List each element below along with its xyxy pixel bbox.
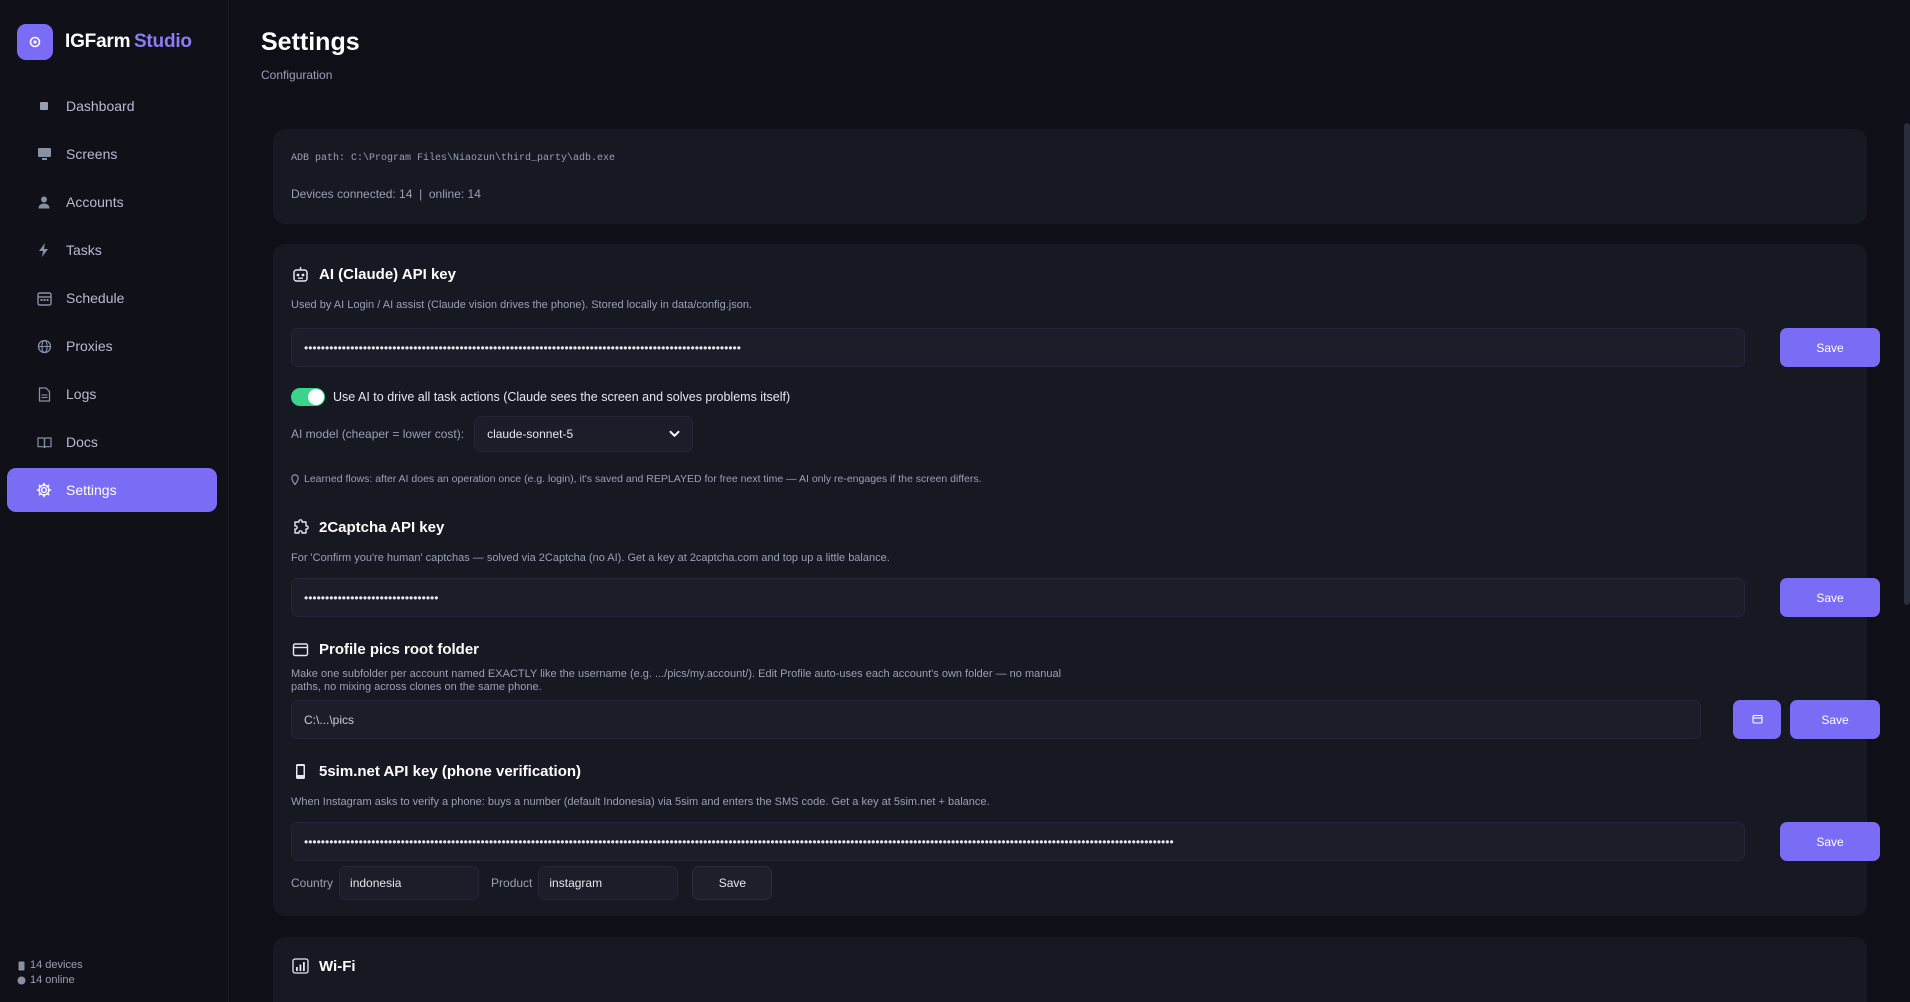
profile-pics-description-line1: Make one subfolder per account named EXA… [291,668,1062,680]
ai-section-title: AI (Claude) API key [291,265,456,283]
sidebar-item-screens[interactable]: Screens [7,132,217,176]
product-label: Product [491,876,533,890]
adb-status-card: ADB path: C:\Program Files\Niaozun\third… [273,129,1867,224]
puzzle-icon [291,518,309,536]
ai-model-row: AI model (cheaper = lower cost): claude-… [291,416,694,452]
sidebar-item-label: Screens [66,146,118,162]
page-subtitle: Configuration [261,68,333,82]
brand-logo-icon [17,24,53,60]
sidebar-item-accounts[interactable]: Accounts [7,180,217,224]
chevron-down-icon [669,427,680,441]
fivesim-title-text: 5sim.net API key (phone verification) [319,762,582,780]
ai-api-key-input[interactable] [291,328,1745,367]
sidebar-item-label: Docs [66,434,98,450]
profile-pics-folder-input[interactable] [291,700,1701,739]
folder-icon [291,640,309,658]
brand-name-main: IGFarm [65,31,131,52]
profile-pics-section-title: Profile pics root folder [291,640,479,658]
phone-icon [291,762,309,780]
captcha-section-title: 2Captcha API key [291,518,444,536]
user-icon [36,194,52,210]
bolt-icon [36,242,52,258]
sidebar-footer: 14 devices 14 online [16,958,83,988]
brand-name-accent: Studio [133,31,192,52]
online-dot-icon [16,976,26,985]
captcha-api-key-input[interactable] [291,578,1745,617]
sidebar-item-label: Accounts [66,194,124,210]
devices-status: Devices connected: 14 | online: 14 [291,187,481,201]
monitor-icon [36,146,52,162]
profile-pics-description: Make one subfolder per account named EXA… [291,668,1061,694]
brand-name: IGFarm Studio [65,31,192,53]
ai-title-text: AI (Claude) API key [319,265,456,283]
product-input[interactable] [538,866,679,900]
ai-drive-toggle[interactable] [291,388,325,406]
captcha-description: For 'Confirm you're human' captchas — so… [291,552,890,564]
sidebar: IGFarm Studio Dashboard Screens Accounts… [0,0,229,1002]
fivesim-options-row: Country Product Save [291,866,773,900]
fivesim-description: When Instagram asks to verify a phone: b… [291,796,990,808]
book-icon [36,434,52,450]
devices-count: 14 devices [30,959,83,971]
signal-bars-icon [291,957,309,975]
ai-model-value: claude-sonnet-5 [487,427,574,441]
ai-model-label: AI model (cheaper = lower cost): [291,427,465,441]
gear-icon [36,482,52,498]
devices-count-row: 14 devices [16,958,83,973]
sidebar-item-label: Logs [66,386,97,402]
page-title: Settings [261,28,360,56]
fivesim-api-key-input[interactable] [291,822,1745,861]
profile-pics-save-button[interactable]: Save [1790,700,1880,739]
ai-description: Used by AI Login / AI assist (Claude vis… [291,299,753,311]
captcha-save-button[interactable]: Save [1780,578,1880,617]
brand[interactable]: IGFarm Studio [17,24,192,60]
sidebar-item-label: Proxies [66,338,113,354]
learned-flows-note: Learned flows: after AI does an operatio… [291,473,982,485]
ai-drive-toggle-row: Use AI to drive all task actions (Claude… [291,388,790,406]
browse-folder-button[interactable] [1733,700,1781,739]
captcha-title-text: 2Captcha API key [319,518,445,536]
ai-save-button[interactable]: Save [1780,328,1880,367]
pin-icon [291,473,299,485]
online-count: 14 online [30,974,75,986]
device-icon [16,961,26,971]
profile-pics-title-text: Profile pics root folder [319,640,480,658]
ai-drive-toggle-label: Use AI to drive all task actions (Claude… [333,390,791,404]
sidebar-item-logs[interactable]: Logs [7,372,217,416]
learned-flows-text: Learned flows: after AI does an operatio… [304,473,982,485]
sidebar-item-schedule[interactable]: Schedule [7,276,217,320]
sidebar-item-label: Settings [66,482,117,498]
fivesim-save-button[interactable]: Save [1780,822,1880,861]
adb-path: ADB path: C:\Program Files\Niaozun\third… [291,153,616,164]
online-count-row: 14 online [16,973,83,988]
document-icon [36,386,52,402]
robot-icon [291,265,309,283]
settings-card: AI (Claude) API key Used by AI Login / A… [273,244,1880,916]
ai-model-select[interactable]: claude-sonnet-5 [474,416,694,452]
sidebar-item-settings[interactable]: Settings [7,468,217,512]
sidebar-item-label: Dashboard [66,98,135,114]
country-input[interactable] [339,866,480,900]
calendar-icon [36,290,52,306]
sidebar-item-label: Tasks [66,242,102,258]
sidebar-item-dashboard[interactable]: Dashboard [7,84,217,128]
main-content: Settings Configuration ADB path: C:\Prog… [229,0,1910,1002]
wifi-title-text: Wi-Fi [319,957,356,975]
sidebar-nav: Dashboard Screens Accounts Tasks Schedul… [7,84,217,516]
toggle-knob [308,389,324,405]
sidebar-item-proxies[interactable]: Proxies [7,324,217,368]
fivesim-section-title: 5sim.net API key (phone verification) [291,762,581,780]
sidebar-item-docs[interactable]: Docs [7,420,217,464]
sidebar-item-tasks[interactable]: Tasks [7,228,217,272]
profile-pics-description-line2: paths, no mixing across clones on the sa… [291,681,542,693]
wifi-card: Wi-Fi [273,937,1867,1002]
fivesim-options-save-button[interactable]: Save [692,866,773,900]
globe-icon [36,338,52,354]
square-icon [36,98,52,114]
wifi-section-title: Wi-Fi [291,957,356,975]
main-scrollbar[interactable] [1904,123,1910,605]
folder-small-icon [1751,712,1763,727]
country-label: Country [291,876,334,890]
sidebar-item-label: Schedule [66,290,125,306]
